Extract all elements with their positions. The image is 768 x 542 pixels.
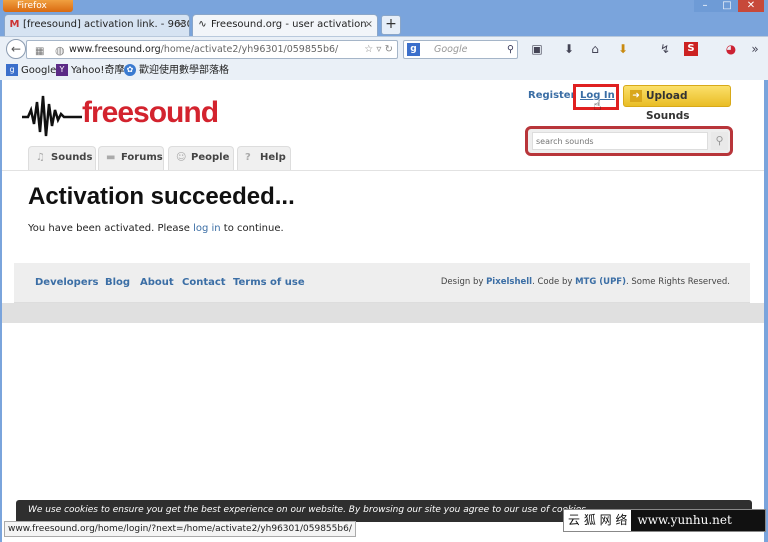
- footer-link-terms[interactable]: Terms of use: [233, 277, 305, 288]
- search-bar[interactable]: g Google ⚲: [403, 40, 518, 59]
- firefox-menu-button[interactable]: Firefox: [3, 0, 73, 12]
- tab-help[interactable]: ? Help: [237, 146, 291, 170]
- search-icon[interactable]: ⚲: [711, 132, 728, 150]
- addon-red-icon[interactable]: ◕: [722, 40, 740, 58]
- search-placeholder: Google: [434, 44, 468, 55]
- close-tab-icon[interactable]: ×: [365, 15, 373, 35]
- speech-bubble-icon: ▬: [106, 152, 116, 163]
- footer-link-about[interactable]: About: [140, 277, 174, 288]
- footer-band: [2, 303, 764, 323]
- bookmark-yahoo[interactable]: Y Yahoo!奇摩: [56, 61, 124, 80]
- credits-text: . Code by: [532, 277, 576, 287]
- site-search-input[interactable]: [532, 132, 708, 150]
- bookmark-label: 歡迎使用數學部落格: [139, 65, 229, 76]
- yahoo-icon: Y: [56, 64, 68, 76]
- tab-title: Freesound.org - user activation: [211, 19, 367, 30]
- tab-people[interactable]: ☺ People: [168, 146, 234, 170]
- addon-icon[interactable]: ↯: [656, 40, 674, 58]
- url-path: /home/activate2/yh96301/059855b6/: [160, 44, 339, 55]
- upload-sounds-button[interactable]: ➜ Upload Sounds: [623, 85, 731, 122]
- url-bar[interactable]: ▦ ◍ www.freesound.org/home/activate2/yh9…: [26, 40, 398, 59]
- watermark: 云 狐 网 络 www.yunhu.net: [563, 509, 766, 532]
- page-title: Activation succeeded...: [28, 183, 295, 210]
- pixelshell-link[interactable]: Pixelshell: [486, 277, 532, 287]
- credits-text: . Some Rights Reserved.: [626, 277, 730, 287]
- message-text: to continue.: [220, 223, 284, 234]
- message-text: You have been activated. Please: [28, 223, 194, 234]
- tab-label: People: [191, 152, 230, 163]
- page-content: freesound Register Log In ☝ ➜ Upload Sou…: [2, 80, 764, 542]
- upload-label: Upload Sounds: [646, 90, 690, 122]
- login-link-inline[interactable]: log in: [193, 223, 221, 234]
- site-search-box: ⚲: [525, 126, 733, 156]
- bookmark-google[interactable]: g Google: [6, 61, 56, 80]
- site-identity-icon[interactable]: ▦: [35, 43, 44, 60]
- tab-label: Forums: [121, 152, 163, 163]
- footer-credits: Design by Pixelshell. Code by MTG (UPF).…: [441, 277, 730, 287]
- bookmarks-toolbar: g Google Y Yahoo!奇摩 ✿ 歡迎使用數學部落格: [0, 61, 768, 80]
- search-icon[interactable]: ⚲: [507, 41, 514, 58]
- minimize-icon[interactable]: –: [694, 0, 716, 12]
- back-arrow-icon[interactable]: ←: [6, 39, 26, 59]
- globe-icon: ◍: [55, 44, 65, 57]
- watermark-left: 云 狐 网 络: [564, 510, 632, 531]
- people-icon: ☺: [176, 152, 187, 163]
- bookmark-label: Yahoo!奇摩: [71, 65, 125, 76]
- url-host: www.freesound.org: [69, 44, 161, 55]
- footer-link-contact[interactable]: Contact: [182, 277, 226, 288]
- gmail-icon: M: [9, 19, 20, 30]
- sidebar-icon[interactable]: ▣: [528, 40, 546, 58]
- mtg-link[interactable]: MTG (UPF): [575, 277, 626, 287]
- logo-text: freesound: [82, 96, 219, 129]
- new-tab-button[interactable]: +: [381, 15, 401, 35]
- reload-icon[interactable]: ↻: [385, 44, 393, 55]
- footer-link-developers[interactable]: Developers: [35, 277, 99, 288]
- download-icon[interactable]: ⬇: [560, 40, 578, 58]
- credits-text: Design by: [440, 277, 487, 287]
- watermark-right: www.yunhu.net: [637, 513, 732, 527]
- waveform-logo-icon: [22, 95, 82, 137]
- home-icon[interactable]: ⌂: [586, 40, 604, 58]
- activation-message: You have been activated. Please log in t…: [28, 223, 284, 234]
- footer-link-blog[interactable]: Blog: [105, 277, 130, 288]
- headphones-icon: ♫: [36, 152, 45, 163]
- status-bar-url: www.freesound.org/home/login/?next=/home…: [4, 521, 356, 537]
- blog-icon: ✿: [124, 64, 136, 76]
- close-window-icon[interactable]: ✕: [738, 0, 764, 12]
- bookmark-math-blog[interactable]: ✿ 歡迎使用數學部落格: [124, 61, 229, 80]
- tab-label: Sounds: [51, 152, 93, 163]
- tab-freesound-activation[interactable]: ∿ Freesound.org - user activation ×: [192, 14, 378, 36]
- google-icon[interactable]: g: [407, 43, 420, 56]
- close-tab-icon[interactable]: ×: [177, 15, 185, 35]
- menu-icon[interactable]: »: [746, 40, 764, 58]
- tab-forums[interactable]: ▬ Forums: [98, 146, 164, 170]
- freesound-wave-icon: ∿: [198, 19, 207, 30]
- register-link[interactable]: Register: [528, 90, 576, 101]
- divider: [2, 170, 764, 171]
- tab-gmail-activation[interactable]: M [freesound] activation link. - 96301… …: [4, 14, 190, 36]
- upload-icon: ➜: [630, 90, 642, 102]
- addon-s-icon[interactable]: S: [684, 42, 698, 56]
- tab-label: Help: [260, 152, 286, 163]
- dropdown-icon[interactable]: ▿: [376, 44, 381, 55]
- help-icon: ?: [245, 152, 251, 163]
- navigation-toolbar: ← ▦ ◍ www.freesound.org/home/activate2/y…: [0, 36, 768, 61]
- footer: Developers Blog About Contact Terms of u…: [14, 263, 750, 303]
- bookmark-label: Google: [21, 65, 57, 76]
- google-icon: g: [6, 64, 18, 76]
- tab-sounds[interactable]: ♫ Sounds: [28, 146, 96, 170]
- bookmark-star-icon[interactable]: ☆: [364, 44, 373, 55]
- freesound-logo[interactable]: freesound: [22, 90, 219, 140]
- maximize-icon[interactable]: □: [716, 0, 738, 12]
- addon-download-icon[interactable]: ⬇: [614, 40, 632, 58]
- tab-title: [freesound] activation link. - 96301…: [23, 19, 189, 30]
- browser-window: Firefox – □ ✕ M [freesound] activation l…: [0, 0, 768, 542]
- hand-cursor-icon: ☝: [593, 98, 602, 114]
